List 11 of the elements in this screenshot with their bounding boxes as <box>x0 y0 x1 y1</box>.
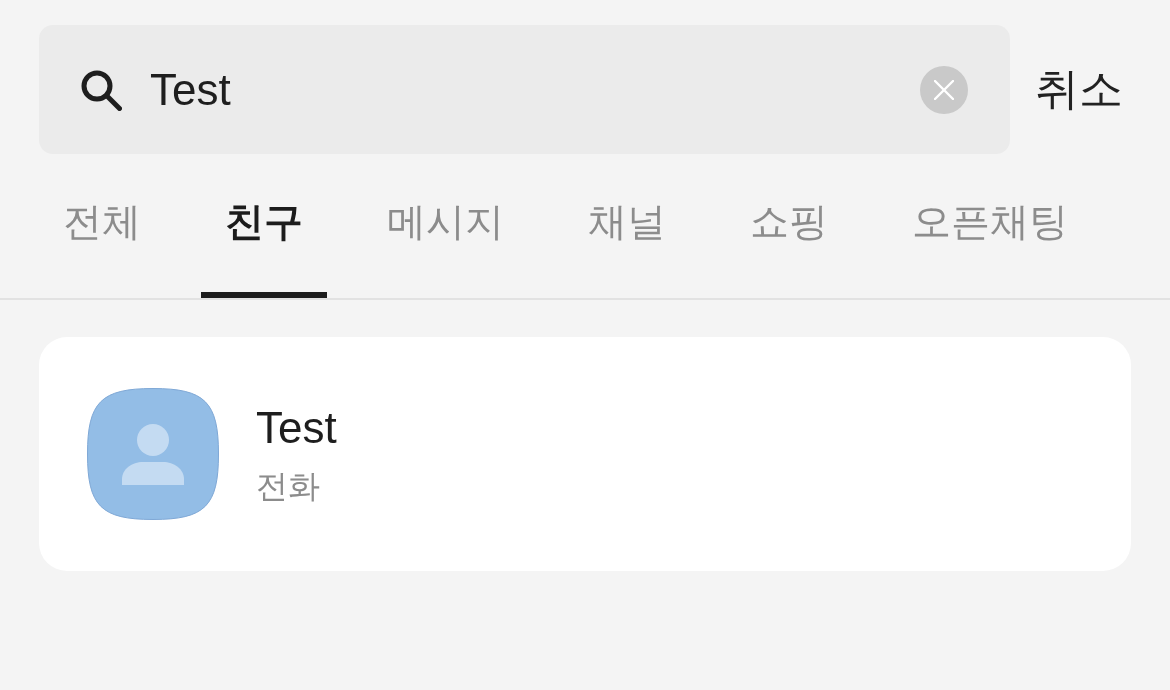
clear-button[interactable] <box>920 65 968 114</box>
cancel-button[interactable]: 취소 <box>1035 60 1123 119</box>
search-tab[interactable]: 친구 <box>201 166 327 298</box>
contact-name: Test <box>256 402 337 454</box>
friend-result-card[interactable]: Test 전화 <box>39 337 1131 571</box>
close-icon <box>934 79 954 100</box>
contact-subtitle: 전화 <box>256 467 321 506</box>
search-input[interactable]: Test <box>150 59 892 120</box>
avatar-icon <box>87 388 219 520</box>
search-icon <box>80 68 122 111</box>
search-field[interactable]: Test <box>39 25 1010 154</box>
